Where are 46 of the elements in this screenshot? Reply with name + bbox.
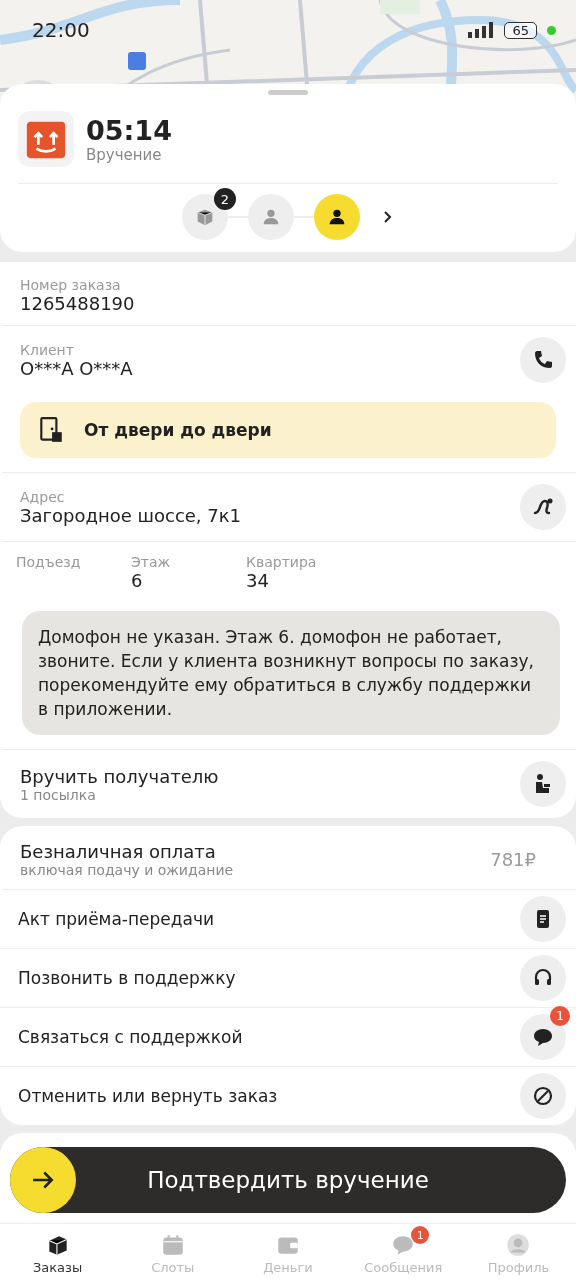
action-label[interactable]: Акт приёма-передачи: [18, 909, 215, 929]
action-button[interactable]: [520, 955, 566, 1001]
step-button[interactable]: [314, 194, 360, 240]
field-value: 34: [246, 570, 270, 591]
client-name: О***А О***А: [20, 357, 133, 379]
count-badge: 1: [411, 1226, 430, 1244]
tab-item[interactable]: Заказы: [0, 1224, 116, 1280]
call-button[interactable]: [520, 337, 566, 383]
field-label: Номер заказа: [20, 277, 122, 293]
tab-item[interactable]: 1 Сообщения: [345, 1224, 461, 1280]
delivery-type-banner: От двери до двери: [20, 402, 556, 458]
route-button[interactable]: [520, 484, 566, 530]
comment: Домофон не указан. Этаж 6. домофон не работает, звоните. Если у клиента возникнут вопросы по заказу, порекомендуйте ему обратиться в службу поддержки в приложении.: [22, 611, 560, 735]
action-label[interactable]: Отменить или вернуть заказ: [18, 1086, 278, 1106]
payment-amount: 781₽: [490, 849, 536, 870]
payment-title: Безналичная оплата: [20, 841, 217, 862]
cancel-icon: [531, 1084, 555, 1108]
field-value: 6: [131, 570, 144, 591]
order-number: 1265488190: [20, 293, 135, 314]
count-badge: 1: [550, 1006, 570, 1026]
field-label: Клиент: [20, 341, 75, 358]
field-label: Подъезд: [16, 554, 82, 570]
step-button[interactable]: [182, 194, 228, 240]
count-badge: 2: [214, 188, 236, 210]
handover-button[interactable]: [520, 761, 566, 807]
drag-handle[interactable]: [268, 90, 308, 95]
field-label: Адрес: [20, 488, 66, 505]
box-icon: [18, 111, 74, 167]
action-button[interactable]: [520, 1073, 566, 1119]
action-label[interactable]: Позвонить в поддержку: [18, 968, 236, 988]
avatar-icon: [505, 1231, 532, 1258]
door-icon: [38, 416, 64, 444]
chevron-icon[interactable]: [382, 210, 394, 224]
parcel-count: 1 посылка: [20, 786, 96, 803]
action-label[interactable]: Связаться с поддержкой: [18, 1027, 243, 1047]
field-label: Квартира: [246, 554, 318, 570]
stage-label: Вручение: [86, 145, 163, 164]
status-time: 22:00: [32, 18, 90, 42]
payment-note: включая подачу и ожидание: [20, 862, 234, 878]
action-button[interactable]: [520, 896, 566, 942]
timer: 05:14: [86, 114, 172, 146]
field-label: Этаж: [131, 554, 172, 570]
address: Загородное шоссе, 7к1: [20, 504, 242, 526]
confirm-button[interactable]: Подтвердить вручение: [10, 1147, 566, 1213]
status-dot: [547, 25, 556, 35]
handover-title: Вручить получателю: [20, 765, 219, 787]
